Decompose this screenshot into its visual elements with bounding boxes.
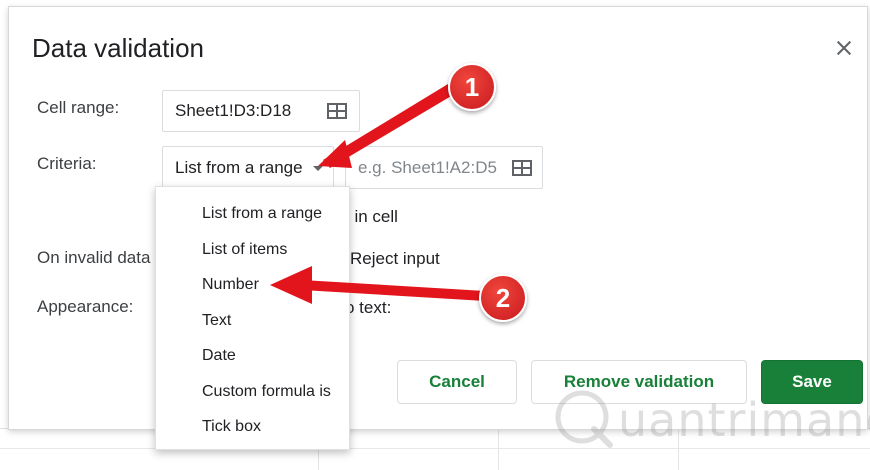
grid-icon[interactable] — [512, 160, 532, 176]
cell-range-value: Sheet1!D3:D18 — [175, 101, 292, 120]
grid-line — [498, 428, 499, 470]
close-icon[interactable] — [832, 36, 856, 60]
help-text-option-partial[interactable]: o text: — [345, 298, 391, 318]
menu-item-tick-box[interactable]: Tick box — [156, 409, 349, 445]
criteria-selected: List from a range — [175, 157, 303, 177]
cancel-button[interactable]: Cancel — [397, 360, 517, 404]
show-dropdown-label-partial: t in cell — [345, 207, 398, 226]
watermark-logo-icon — [555, 390, 613, 448]
dialog-title: Data validation — [32, 33, 204, 63]
chevron-down-icon[interactable] — [313, 166, 323, 171]
on-invalid-data-label: On invalid data — [37, 248, 151, 267]
criteria-dropdown[interactable]: List from a range — [162, 146, 334, 189]
range-placeholder: e.g. Sheet1!A2:D5 — [358, 157, 497, 177]
menu-item-date[interactable]: Date — [156, 338, 349, 374]
appearance-label: Appearance: — [37, 297, 134, 316]
menu-item-text[interactable]: Text — [156, 303, 349, 339]
range-input[interactable]: e.g. Sheet1!A2:D5 — [345, 146, 543, 189]
menu-item-custom-formula[interactable]: Custom formula is — [156, 374, 349, 410]
criteria-menu: List from a range List of items Number T… — [155, 186, 350, 450]
menu-item-list-from-range[interactable]: List from a range — [156, 196, 349, 232]
criteria-label: Criteria: — [37, 154, 97, 173]
annotation-badge-1: 1 — [448, 63, 496, 111]
cell-range-input[interactable]: Sheet1!D3:D18 — [162, 90, 360, 132]
reject-input-option-partial[interactable]: Reject input — [350, 249, 440, 269]
watermark-text: uantrimang — [618, 393, 870, 447]
watermark: uantrimang — [552, 385, 870, 455]
cell-range-label: Cell range: — [37, 98, 120, 117]
menu-item-list-of-items[interactable]: List of items — [156, 232, 349, 268]
annotation-badge-2: 2 — [479, 274, 527, 322]
grid-icon[interactable] — [327, 103, 347, 119]
cancel-button-label: Cancel — [429, 372, 485, 391]
menu-item-number[interactable]: Number — [156, 267, 349, 303]
